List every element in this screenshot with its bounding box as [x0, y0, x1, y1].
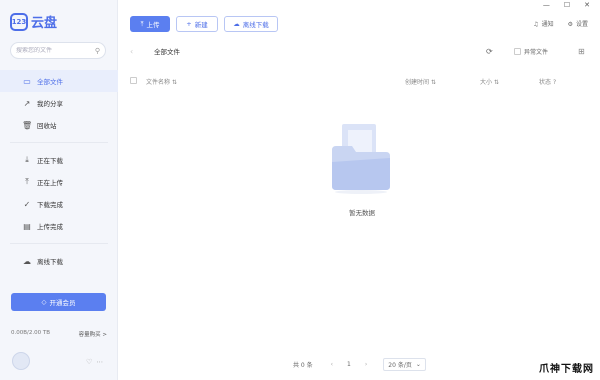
col-created-header[interactable]: 创建时间 ⇅	[405, 77, 436, 86]
search-box[interactable]: ⚲	[10, 42, 106, 59]
folder-icon: ▭	[23, 76, 31, 86]
col-name-header[interactable]: 文件名称 ⇅	[146, 77, 177, 86]
pagination: 共 0 条 ‹ 1 › 20 条/页 ⌄	[293, 358, 426, 371]
anomaly-label: 异常文件	[524, 48, 549, 56]
open-vip-button[interactable]: ◇ 开通会员	[11, 293, 106, 311]
heart-icon[interactable]: ♡	[86, 358, 92, 366]
page-size-value: 20 条/页	[388, 362, 412, 369]
col-name-label: 文件名称	[146, 79, 171, 86]
col-size-header[interactable]: 大小 ⇅	[480, 77, 499, 86]
sort-icon: ⇅	[493, 79, 499, 86]
window-controls: — ☐ ✕	[543, 1, 590, 9]
col-size-label: 大小	[480, 79, 493, 86]
avatar[interactable]	[12, 352, 30, 370]
total-count: 共 0 条	[293, 362, 313, 369]
nav-divider	[10, 243, 108, 244]
sidebar-item-label: 我的分享	[37, 100, 63, 108]
sidebar-item-trash[interactable]: 🗑 回收站	[0, 114, 118, 136]
sidebar-item-label: 离线下载	[37, 258, 63, 266]
back-icon[interactable]: ‹	[130, 47, 133, 56]
minimize-icon[interactable]: —	[543, 1, 550, 9]
breadcrumb-bar: ‹ 全部文件 ⟳ 异常文件 ⊞	[118, 42, 600, 60]
close-icon[interactable]: ✕	[584, 1, 590, 9]
storage-usage: 0.00B/2.00 TB	[11, 330, 50, 336]
empty-state-text: 暂无数据	[349, 209, 375, 217]
col-status-header: 状态 ?	[539, 77, 556, 86]
search-icon[interactable]: ⚲	[95, 47, 100, 55]
sidebar-item-offline-download[interactable]: ☁ 离线下载	[0, 250, 118, 272]
table-header: 文件名称 ⇅ 创建时间 ⇅ 大小 ⇅ 状态 ?	[118, 72, 600, 90]
sidebar-item-upload-done[interactable]: ▤ 上传完成	[0, 215, 118, 237]
upload-icon: ⤒	[140, 19, 144, 28]
logo-badge: 123	[10, 12, 28, 31]
top-right-actions: ♫ 通知 ⚙ 设置	[533, 19, 588, 28]
sort-icon: ⇅	[430, 79, 436, 86]
sidebar-item-uploading[interactable]: ⤒ 正在上传	[0, 171, 118, 193]
next-page-icon[interactable]: ›	[365, 361, 367, 368]
settings-label: 设置	[575, 21, 588, 28]
diamond-icon: ◇	[41, 298, 47, 306]
anomaly-files-filter[interactable]: 异常文件	[514, 47, 548, 56]
toolbar: ⤒ 上传 + 新建 ☁ 离线下载	[130, 16, 278, 32]
sidebar-item-my-share[interactable]: ↗ 我的分享	[0, 92, 118, 114]
file-check-icon: ▤	[23, 221, 31, 231]
prev-page-icon[interactable]: ‹	[331, 361, 333, 368]
storage-info: 0.00B/2.00 TB 容量购买 >	[11, 330, 107, 338]
settings-button[interactable]: ⚙ 设置	[568, 19, 588, 28]
watermark: 爪神下载网	[539, 364, 594, 375]
vip-label: 开通会员	[49, 299, 76, 307]
sidebar-nav: ▭ 全部文件 ↗ 我的分享 🗑 回收站 ⤓ 正在下载 ⤒ 正在上传 ✓ 下载完成…	[0, 70, 118, 272]
cloud-download-icon: ☁	[233, 20, 240, 28]
trash-icon: 🗑	[22, 120, 33, 130]
bell-icon: ♫	[533, 21, 539, 28]
upload-label: 上传	[146, 21, 160, 29]
more-icon[interactable]: ⋯	[96, 358, 103, 366]
grid-view-icon[interactable]: ⊞	[578, 47, 585, 56]
offline-label: 离线下载	[242, 21, 269, 29]
sidebar-item-label: 正在上传	[37, 179, 63, 187]
gear-icon: ⚙	[567, 21, 573, 28]
new-label: 新建	[194, 21, 208, 29]
upload-icon: ⤒	[25, 177, 29, 186]
breadcrumb[interactable]: 全部文件	[154, 46, 180, 56]
notify-label: 通知	[541, 21, 554, 28]
logo-text: 云盘	[31, 16, 58, 31]
page-size-select[interactable]: 20 条/页 ⌄	[383, 358, 426, 371]
anomaly-checkbox[interactable]	[514, 47, 521, 55]
select-all-checkbox[interactable]	[130, 77, 137, 84]
cloud-download-icon: ☁	[23, 256, 31, 266]
search-input[interactable]	[16, 47, 95, 54]
help-icon[interactable]: ?	[553, 79, 556, 86]
sidebar-item-download-done[interactable]: ✓ 下载完成	[0, 193, 118, 215]
sort-icon: ⇅	[171, 79, 177, 86]
offline-download-button[interactable]: ☁ 离线下载	[224, 16, 278, 32]
sidebar: 123 云盘 ⚲ ▭ 全部文件 ↗ 我的分享 🗑 回收站 ⤓ 正在下载 ⤒ 正在…	[0, 0, 118, 380]
footer-icons: ♡ ⋯	[86, 358, 103, 366]
page-number[interactable]: 1	[347, 361, 351, 368]
notify-button[interactable]: ♫ 通知	[533, 19, 553, 28]
check-circle-icon: ✓	[23, 199, 31, 209]
col-created-label: 创建时间	[405, 79, 430, 86]
nav-divider	[10, 142, 108, 143]
chevron-down-icon: ⌄	[415, 361, 421, 368]
sidebar-item-label: 全部文件	[37, 78, 63, 86]
col-status-label: 状态	[539, 79, 552, 86]
share-icon: ↗	[23, 98, 31, 108]
sidebar-item-label: 回收站	[37, 122, 57, 130]
maximize-icon[interactable]: ☐	[564, 1, 570, 9]
sidebar-item-label: 正在下载	[37, 157, 63, 165]
download-icon: ⤓	[25, 155, 29, 164]
sidebar-item-label: 下载完成	[37, 201, 63, 209]
plus-icon: +	[186, 20, 192, 28]
sidebar-item-all-files[interactable]: ▭ 全部文件	[0, 70, 118, 92]
empty-folder-illustration	[332, 124, 390, 194]
refresh-icon[interactable]: ⟳	[486, 47, 493, 56]
upload-button[interactable]: ⤒ 上传	[130, 16, 170, 32]
app-logo: 123 云盘	[10, 12, 57, 31]
new-button[interactable]: + 新建	[176, 16, 218, 32]
buy-capacity-link[interactable]: 容量购买 >	[79, 330, 107, 338]
sidebar-item-downloading[interactable]: ⤓ 正在下载	[0, 149, 118, 171]
sidebar-item-label: 上传完成	[37, 223, 63, 231]
